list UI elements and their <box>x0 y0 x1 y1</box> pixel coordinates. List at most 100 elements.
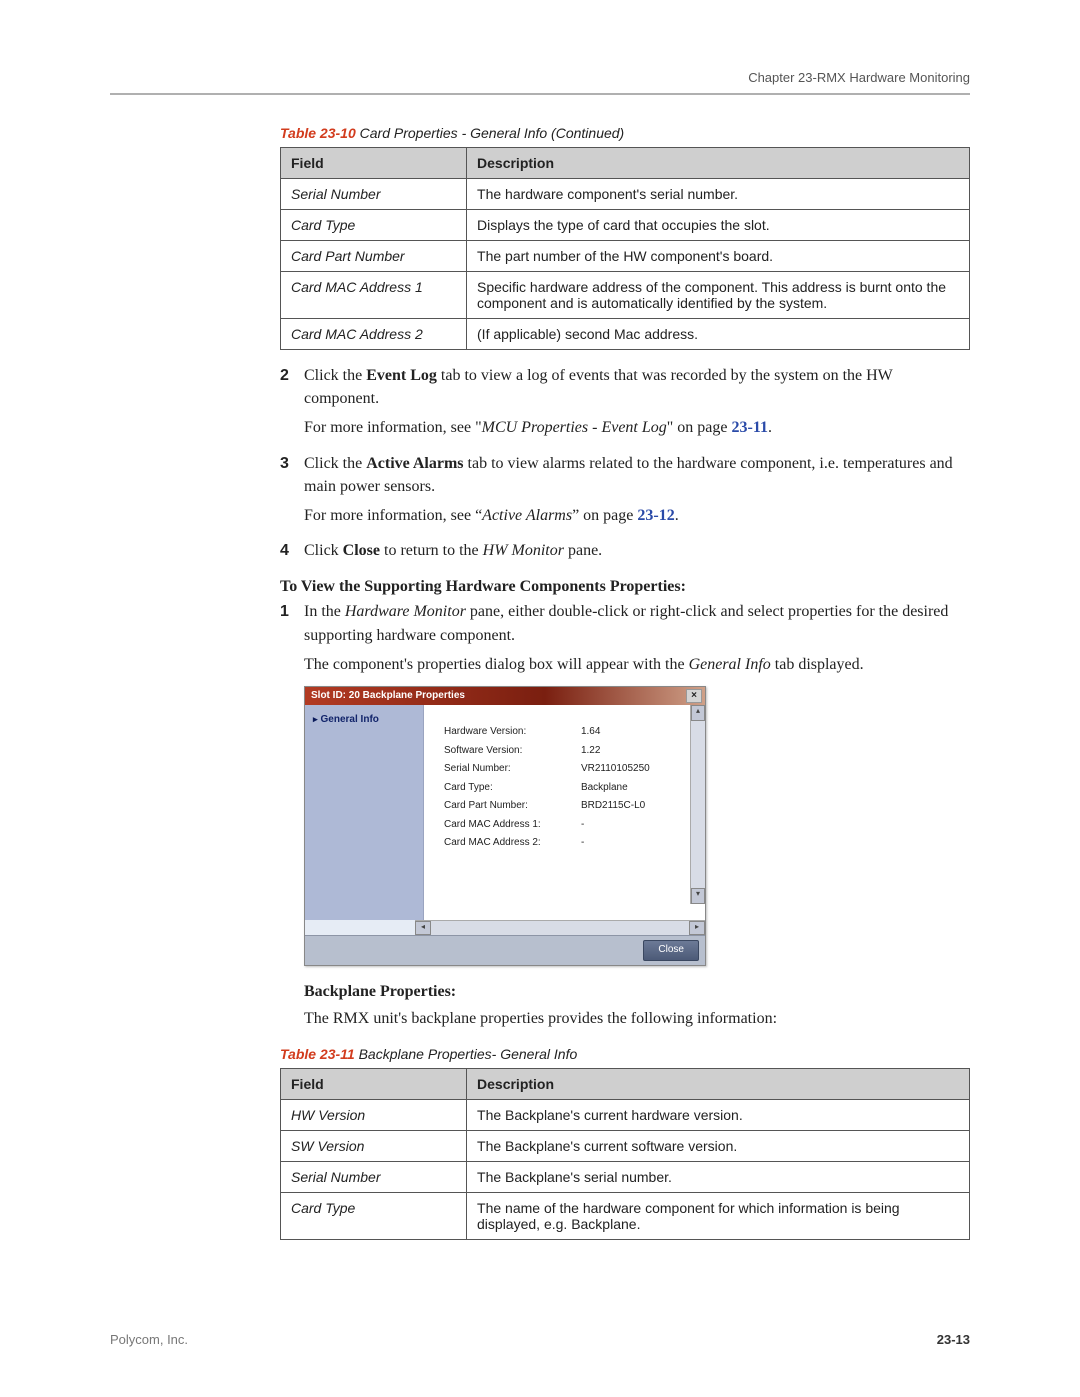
th-description: Description <box>467 148 970 179</box>
step-4: 4 Click Close to return to the HW Monito… <box>280 539 970 568</box>
footer-company: Polycom, Inc. <box>110 1332 188 1347</box>
sidebar-item-label: General Info <box>321 714 379 725</box>
cell-desc: Displays the type of card that occupies … <box>467 210 970 241</box>
table-row: Card TypeDisplays the type of card that … <box>281 210 970 241</box>
italic-text: General Info <box>689 656 771 673</box>
text: The component's properties dialog box wi… <box>304 656 689 673</box>
page-link[interactable]: 23-12 <box>637 507 674 524</box>
sidebar-item-general-info[interactable]: ▸General Info <box>313 713 423 728</box>
text: to return to the <box>380 542 483 559</box>
cell-desc: Specific hardware address of the compone… <box>467 272 970 319</box>
prop-value: 1.22 <box>579 742 691 761</box>
bold-text: Active Alarms <box>366 455 463 472</box>
scrollbar-horizontal[interactable]: ◂ ▸ <box>415 920 705 935</box>
prop-value: BRD2115C-L0 <box>579 797 691 816</box>
backplane-intro: The RMX unit's backplane properties prov… <box>304 1007 970 1030</box>
scroll-up-icon[interactable]: ▴ <box>691 705 705 721</box>
step-number: 3 <box>280 452 304 536</box>
cell-desc: The Backplane's current software version… <box>467 1131 970 1162</box>
table-caption-number: Table 23-10 <box>280 125 356 141</box>
table-card-properties: Field Description Serial NumberThe hardw… <box>280 147 970 350</box>
cell-field: Serial Number <box>281 1162 467 1193</box>
header-rule <box>110 93 970 95</box>
text: Click the <box>304 367 366 384</box>
cell-field: Card Part Number <box>281 241 467 272</box>
table-row: SW VersionThe Backplane's current softwa… <box>281 1131 970 1162</box>
prop-label: Card Part Number: <box>442 797 579 816</box>
th-field: Field <box>281 1069 467 1100</box>
text: . <box>768 419 772 436</box>
close-icon[interactable]: × <box>686 689 702 703</box>
prop-value: - <box>579 816 691 835</box>
dialog-titlebar[interactable]: Slot ID: 20 Backplane Properties × <box>305 687 705 706</box>
table-row: Card MAC Address 2(If applicable) second… <box>281 319 970 350</box>
table-caption-text: Card Properties - General Info (Continue… <box>356 125 624 141</box>
text: For more information, see " <box>304 419 482 436</box>
table-23-10-caption: Table 23-10 Card Properties - General In… <box>280 125 970 141</box>
text: Click <box>304 542 343 559</box>
step-number: 1 <box>280 600 304 1042</box>
table-23-11-caption: Table 23-11 Backplane Properties- Genera… <box>280 1046 970 1062</box>
bold-text: Event Log <box>366 367 437 384</box>
text: " on page <box>667 419 732 436</box>
text: For more information, see “ <box>304 507 482 524</box>
page-link[interactable]: 23-11 <box>732 419 768 436</box>
table-backplane-properties: Field Description HW VersionThe Backplan… <box>280 1068 970 1240</box>
italic-text: Hardware Monitor <box>345 603 466 620</box>
subheading-backplane-properties: Backplane Properties: <box>304 980 970 1003</box>
text: Click the <box>304 455 366 472</box>
dialog-sidebar: ▸General Info <box>305 705 424 920</box>
text: pane. <box>564 542 602 559</box>
scroll-down-icon[interactable]: ▾ <box>691 888 705 904</box>
cell-field: Card Type <box>281 210 467 241</box>
cell-desc: (If applicable) second Mac address. <box>467 319 970 350</box>
chapter-header: Chapter 23-RMX Hardware Monitoring <box>110 70 970 93</box>
prop-label: Card MAC Address 1: <box>442 816 579 835</box>
page-number: 23-13 <box>937 1332 970 1347</box>
italic-text: MCU Properties - Event Log <box>482 419 667 436</box>
table-row: Card MAC Address 1Specific hardware addr… <box>281 272 970 319</box>
page-footer: Polycom, Inc. 23-13 <box>110 1332 970 1347</box>
table-caption-text: Backplane Properties- General Info <box>355 1046 578 1062</box>
cell-field: Card MAC Address 2 <box>281 319 467 350</box>
scroll-right-icon[interactable]: ▸ <box>689 921 705 935</box>
table-row: Card Part NumberThe part number of the H… <box>281 241 970 272</box>
dialog-title: Slot ID: 20 Backplane Properties <box>311 690 465 701</box>
cell-field: HW Version <box>281 1100 467 1131</box>
scroll-left-icon[interactable]: ◂ <box>415 921 431 935</box>
prop-label: Card MAC Address 2: <box>442 834 579 853</box>
prop-value: - <box>579 834 691 853</box>
table-row: Serial NumberThe hardware component's se… <box>281 179 970 210</box>
bold-text: Close <box>343 542 380 559</box>
step-b1: 1 In the Hardware Monitor pane, either d… <box>280 600 970 1042</box>
prop-value: Backplane <box>579 779 691 798</box>
dialog-content: Hardware Version:1.64 Software Version:1… <box>424 705 705 920</box>
prop-label: Card Type: <box>442 779 579 798</box>
step-2: 2 Click the Event Log tab to view a log … <box>280 364 970 448</box>
step-number: 2 <box>280 364 304 448</box>
cell-field: Serial Number <box>281 179 467 210</box>
italic-text: Active Alarms <box>482 507 572 524</box>
table-row: Serial NumberThe Backplane's serial numb… <box>281 1162 970 1193</box>
prop-label: Hardware Version: <box>442 723 579 742</box>
backplane-properties-dialog: Slot ID: 20 Backplane Properties × ▸Gene… <box>304 686 706 966</box>
text: . <box>675 507 679 524</box>
cell-desc: The name of the hardware component for w… <box>467 1193 970 1240</box>
prop-value: VR2110105250 <box>579 760 691 779</box>
cell-field: Card Type <box>281 1193 467 1240</box>
table-row: Card TypeThe name of the hardware compon… <box>281 1193 970 1240</box>
prop-label: Software Version: <box>442 742 579 761</box>
cell-field: Card MAC Address 1 <box>281 272 467 319</box>
th-description: Description <box>467 1069 970 1100</box>
close-button[interactable]: Close <box>643 940 699 961</box>
cell-desc: The part number of the HW component's bo… <box>467 241 970 272</box>
cell-field: SW Version <box>281 1131 467 1162</box>
th-field: Field <box>281 148 467 179</box>
cell-desc: The Backplane's serial number. <box>467 1162 970 1193</box>
table-caption-number: Table 23-11 <box>280 1046 355 1062</box>
table-row: HW VersionThe Backplane's current hardwa… <box>281 1100 970 1131</box>
scrollbar-vertical[interactable]: ▴ ▾ <box>690 705 705 904</box>
text: ” on page <box>572 507 637 524</box>
step-number: 4 <box>280 539 304 568</box>
cell-desc: The Backplane's current hardware version… <box>467 1100 970 1131</box>
